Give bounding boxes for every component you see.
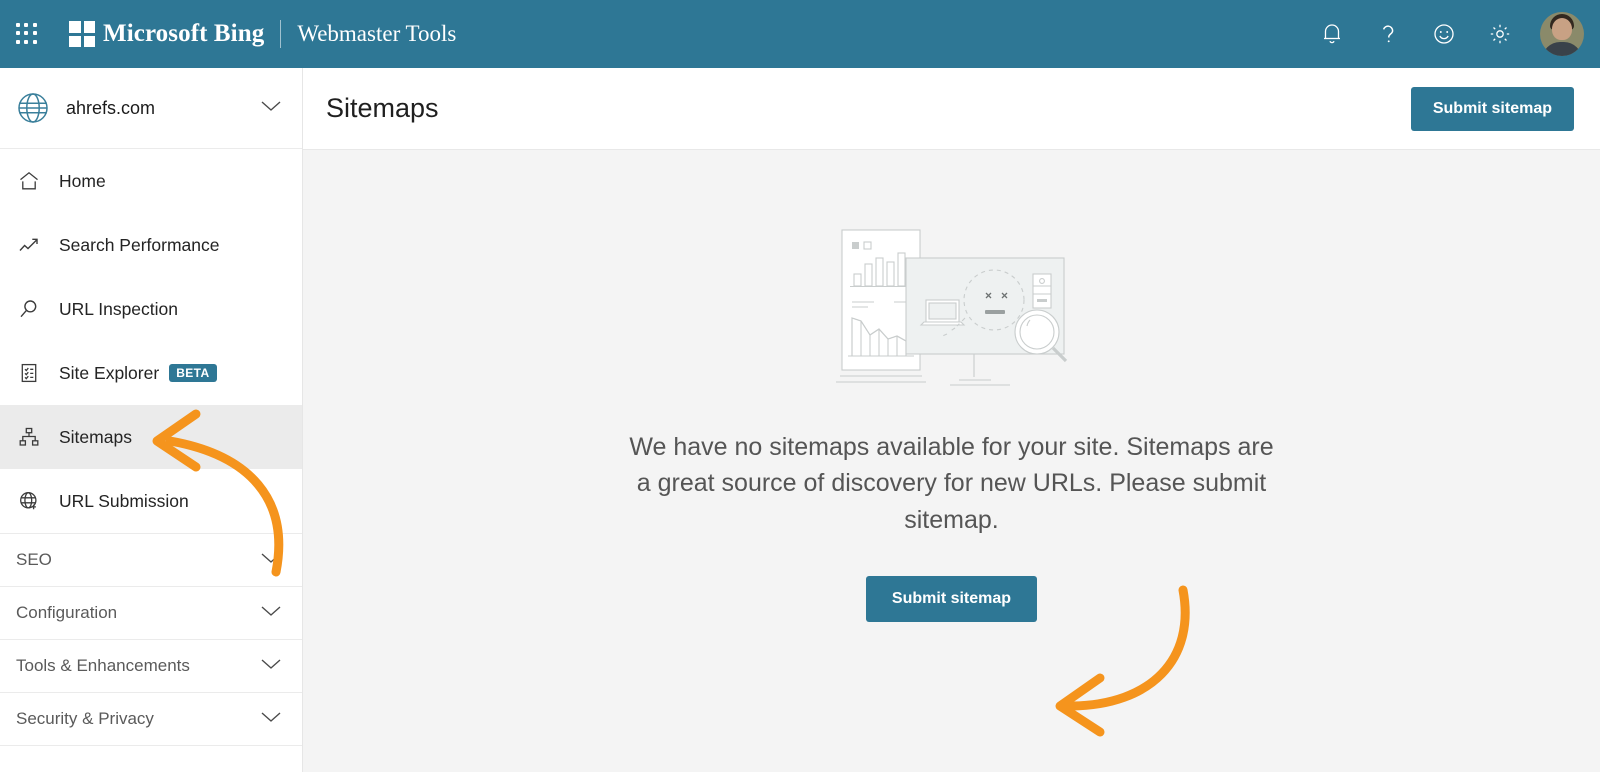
site-name: ahrefs.com [66, 98, 155, 119]
sidebar-group-label: Security & Privacy [16, 709, 154, 729]
page-title: Sitemaps [326, 93, 439, 124]
site-selector[interactable]: ahrefs.com [0, 68, 302, 149]
page-header: Sitemaps Submit sitemap [303, 68, 1600, 150]
empty-state-message: We have no sitemaps available for your s… [627, 429, 1277, 538]
sidebar-item-url-inspection[interactable]: URL Inspection [0, 277, 302, 341]
top-header-bar: Microsoft Bing Webmaster Tools [0, 0, 1600, 68]
sidebar-item-label: URL Inspection [59, 299, 178, 320]
sidebar-group-configuration[interactable]: Configuration [0, 586, 302, 639]
brand-divider [280, 20, 281, 48]
avatar[interactable] [1540, 12, 1584, 56]
empty-state: We have no sitemaps available for your s… [303, 150, 1600, 771]
sitemap-icon [16, 424, 42, 450]
header-actions [1304, 0, 1600, 68]
feedback-icon[interactable] [1416, 0, 1472, 68]
globe-icon [16, 91, 50, 125]
app-launcher-icon[interactable] [16, 23, 38, 45]
sidebar-item-search-performance[interactable]: Search Performance [0, 213, 302, 277]
sidebar-group-security-privacy[interactable]: Security & Privacy [0, 692, 302, 745]
sidebar-group-seo[interactable]: SEO [0, 533, 302, 586]
avatar-body [1542, 42, 1582, 56]
sidebar-item-label: Sitemaps [59, 427, 132, 448]
main-content: Sitemaps Submit sitemap [303, 68, 1600, 772]
sidebar-group-label: Tools & Enhancements [16, 656, 190, 676]
submit-sitemap-button-center[interactable]: Submit sitemap [866, 576, 1037, 622]
avatar-face [1552, 18, 1572, 40]
sidebar-divider [0, 745, 302, 746]
magnifier-icon [16, 296, 42, 322]
sidebar-item-home[interactable]: Home [0, 149, 302, 213]
microsoft-logo-icon [69, 21, 95, 47]
sidebar: ahrefs.com Home Search Performance [0, 68, 303, 772]
sidebar-item-label: Site Explorer [59, 363, 159, 384]
submit-sitemap-button-header[interactable]: Submit sitemap [1411, 87, 1574, 131]
chevron-down-icon[interactable] [260, 604, 282, 623]
help-icon[interactable] [1360, 0, 1416, 68]
sidebar-item-sitemaps[interactable]: Sitemaps [0, 405, 302, 469]
home-icon [16, 168, 42, 194]
chevron-down-icon[interactable] [260, 657, 282, 676]
sidebar-item-label: URL Submission [59, 491, 189, 512]
brand-name: Microsoft Bing [103, 20, 264, 48]
chevron-down-icon[interactable] [260, 99, 282, 118]
sidebar-item-url-submission[interactable]: URL Submission [0, 469, 302, 533]
sidebar-item-site-explorer[interactable]: Site Explorer BETA [0, 341, 302, 405]
sidebar-item-label: Search Performance [59, 235, 220, 256]
notifications-icon[interactable] [1304, 0, 1360, 68]
settings-icon[interactable] [1472, 0, 1528, 68]
sidebar-item-label: Home [59, 171, 106, 192]
chevron-down-icon[interactable] [260, 710, 282, 729]
trending-up-icon [16, 232, 42, 258]
checklist-icon [16, 360, 42, 386]
sidebar-group-tools-enhancements[interactable]: Tools & Enhancements [0, 639, 302, 692]
chevron-down-icon[interactable] [260, 551, 282, 570]
sidebar-group-label: SEO [16, 550, 52, 570]
product-name: Webmaster Tools [297, 21, 456, 47]
globe-plus-icon [16, 488, 42, 514]
no-data-monitor-illustration [822, 222, 1082, 397]
status-badge: BETA [169, 364, 216, 382]
sidebar-group-label: Configuration [16, 603, 117, 623]
